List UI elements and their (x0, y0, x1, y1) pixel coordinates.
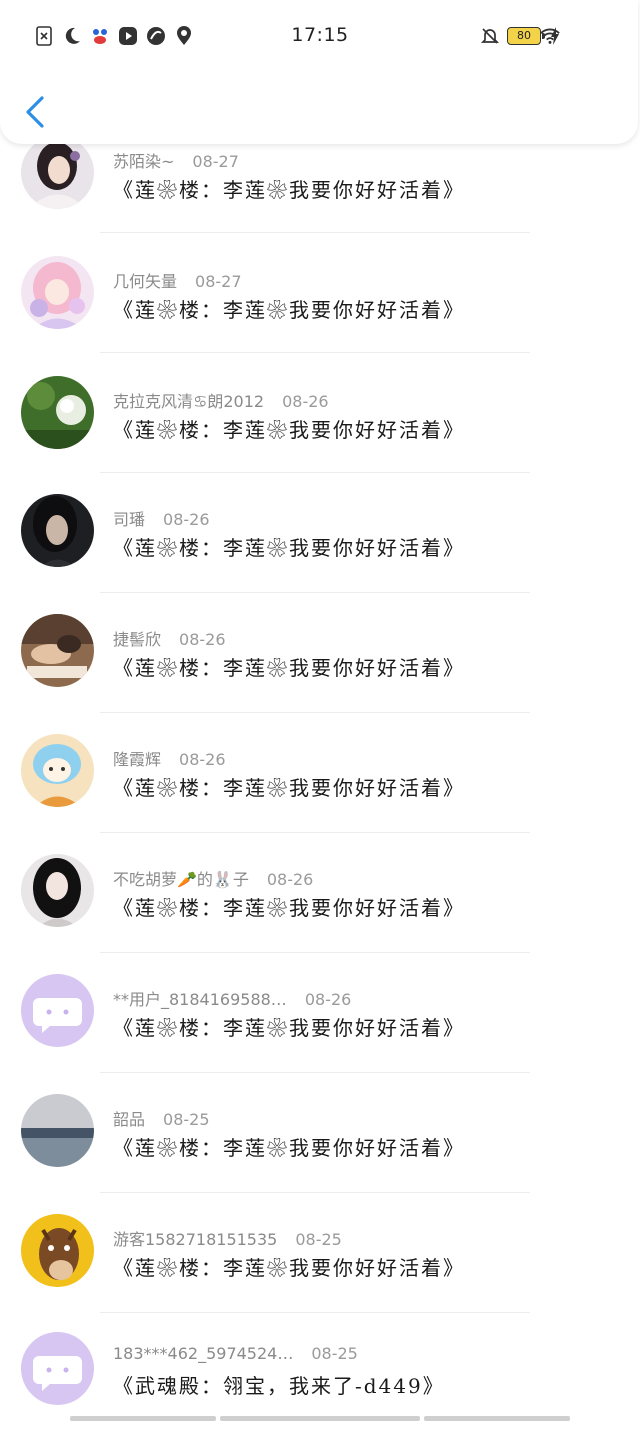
avatar[interactable] (21, 256, 94, 329)
divider (100, 832, 530, 833)
divider (100, 472, 530, 473)
divider (100, 232, 530, 233)
username[interactable]: 克拉克风清♋朗2012 (113, 392, 264, 411)
list-item[interactable]: 不吃胡萝🥕的🐰子 08-26 《莲❀楼：李莲❀我要你好好活着》 (0, 836, 640, 956)
comment-meta: 隆霞辉 08-26 (113, 746, 226, 770)
charging-icon (550, 27, 560, 49)
username[interactable]: **用户_8184169588… (113, 990, 287, 1009)
comment-date: 08-25 (163, 1110, 210, 1129)
comment-date: 08-26 (304, 990, 352, 1009)
list-item[interactable]: 司璠 08-26 《莲❀楼：李莲❀我要你好好活着》 (0, 476, 640, 596)
divider (100, 1192, 530, 1193)
username[interactable]: 捷髻欣 (113, 630, 161, 649)
comment-text[interactable]: 《莲❀楼：李莲❀我要你好好活着》 (113, 892, 465, 921)
scroll-indicator (70, 1416, 570, 1421)
divider (100, 352, 530, 353)
divider (100, 712, 530, 713)
comment-date: 08-25 (311, 1344, 358, 1363)
divider (100, 1072, 530, 1073)
comment-text[interactable]: 《莲❀楼：李莲❀我要你好好活着》 (113, 532, 465, 561)
avatar[interactable] (21, 974, 94, 1047)
comment-date: 08-26 (179, 750, 226, 769)
username[interactable]: 韶品 (113, 1110, 145, 1129)
back-button[interactable] (20, 92, 52, 132)
avatar[interactable] (21, 1214, 94, 1287)
username[interactable]: 游客1582718151535 (113, 1230, 277, 1249)
divider (100, 592, 530, 593)
username[interactable]: 不吃胡萝🥕的🐰子 (113, 870, 249, 889)
comment-date: 08-26 (163, 510, 210, 529)
comment-text[interactable]: 《莲❀楼：李莲❀我要你好好活着》 (113, 1012, 465, 1041)
username[interactable]: 几何矢量 (113, 272, 177, 291)
avatar[interactable] (21, 136, 94, 209)
avatar[interactable] (21, 854, 94, 927)
avatar[interactable] (21, 1332, 94, 1405)
username[interactable]: 苏陌染~ (113, 152, 174, 171)
comment-date: 08-26 (179, 630, 226, 649)
comment-date: 08-26 (282, 392, 329, 411)
comment-text[interactable]: 《莲❀楼：李莲❀我要你好好活着》 (113, 1252, 465, 1281)
comment-meta: 克拉克风清♋朗2012 08-26 (113, 388, 329, 412)
comment-date: 08-26 (266, 870, 314, 889)
list-item[interactable]: 克拉克风清♋朗2012 08-26 《莲❀楼：李莲❀我要你好好活着》 (0, 356, 640, 476)
comment-text[interactable]: 《武魂殿：翎宝，我来了-d449》 (113, 1370, 445, 1399)
list-item[interactable]: 韶品 08-25 《莲❀楼：李莲❀我要你好好活着》 (0, 1076, 640, 1196)
comment-meta: 捷髻欣 08-26 (113, 626, 226, 650)
comment-text[interactable]: 《莲❀楼：李莲❀我要你好好活着》 (113, 652, 465, 681)
comment-date: 08-25 (295, 1230, 342, 1249)
comment-meta: 韶品 08-25 (113, 1106, 210, 1130)
avatar[interactable] (21, 494, 94, 567)
divider (100, 1312, 530, 1313)
comment-text[interactable]: 《莲❀楼：李莲❀我要你好好活着》 (113, 294, 465, 323)
list-item[interactable]: 游客1582718151535 08-25 《莲❀楼：李莲❀我要你好好活着》 (0, 1196, 640, 1316)
bell-off-icon (480, 26, 500, 46)
avatar[interactable] (21, 376, 94, 449)
top-header: 17:15 80 (0, 0, 638, 144)
list-item[interactable]: 隆霞辉 08-26 《莲❀楼：李莲❀我要你好好活着》 (0, 716, 640, 836)
avatar[interactable] (21, 614, 94, 687)
comment-meta: 183***462_5974524… 08-25 (113, 1344, 358, 1363)
username[interactable]: 183***462_5974524… (113, 1344, 293, 1363)
comment-meta: 游客1582718151535 08-25 (113, 1226, 342, 1250)
avatar[interactable] (21, 1094, 94, 1167)
comment-date: 08-27 (195, 272, 242, 291)
comment-date: 08-27 (192, 152, 239, 171)
comment-text[interactable]: 《莲❀楼：李莲❀我要你好好活着》 (113, 1132, 465, 1161)
username[interactable]: 司璠 (113, 510, 145, 529)
comment-meta: **用户_8184169588… 08-26 (113, 986, 351, 1010)
comment-text[interactable]: 《莲❀楼：李莲❀我要你好好活着》 (113, 414, 465, 443)
comment-meta: 苏陌染~ 08-27 (113, 148, 239, 172)
divider (100, 952, 530, 953)
list-item[interactable]: 几何矢量 08-27 《莲❀楼：李莲❀我要你好好活着》 (0, 236, 640, 356)
comment-text[interactable]: 《莲❀楼：李莲❀我要你好好活着》 (113, 772, 465, 801)
battery-icon: 80 (507, 27, 545, 45)
list-item[interactable]: **用户_8184169588… 08-26 《莲❀楼：李莲❀我要你好好活着》 (0, 956, 640, 1076)
list-item[interactable]: 捷髻欣 08-26 《莲❀楼：李莲❀我要你好好活着》 (0, 596, 640, 716)
status-bar: 17:15 80 (0, 0, 640, 72)
comment-text[interactable]: 《莲❀楼：李莲❀我要你好好活着》 (113, 174, 465, 203)
username[interactable]: 隆霞辉 (113, 750, 161, 769)
comment-meta: 司璠 08-26 (113, 506, 210, 530)
avatar[interactable] (21, 734, 94, 807)
chevron-left-icon (26, 96, 44, 128)
comment-meta: 几何矢量 08-27 (113, 268, 242, 292)
comment-meta: 不吃胡萝🥕的🐰子 08-26 (113, 866, 313, 890)
